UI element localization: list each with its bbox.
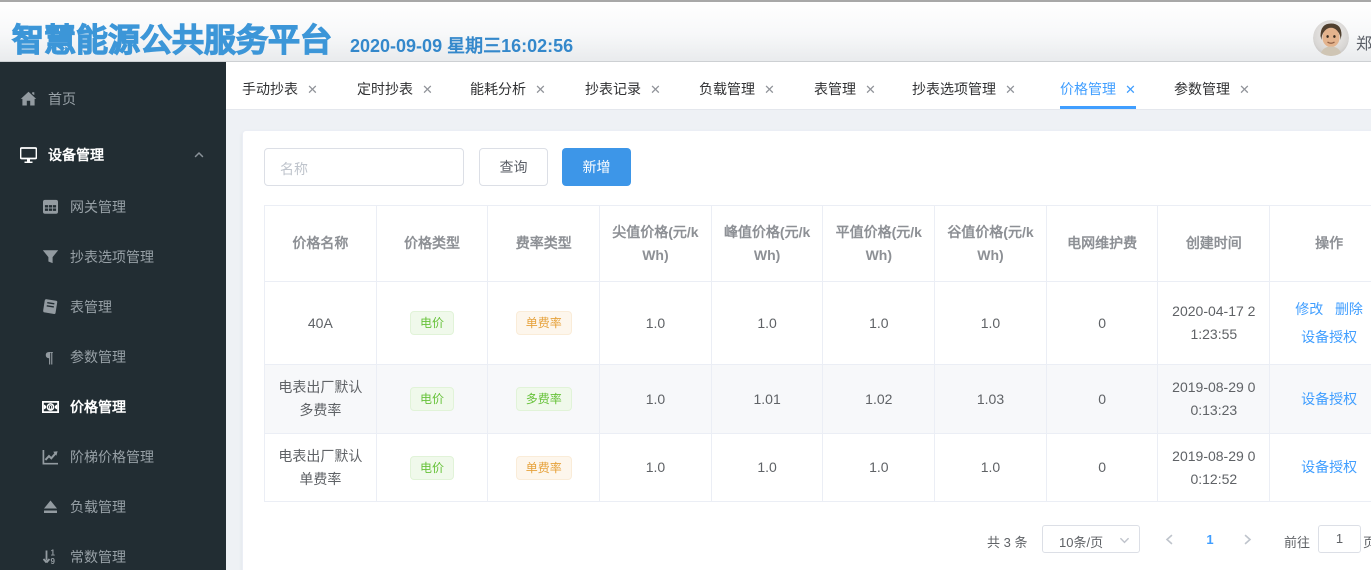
svg-text:0: 0	[49, 405, 53, 412]
svg-text:¶: ¶	[45, 350, 54, 366]
svg-text:9: 9	[51, 557, 56, 566]
